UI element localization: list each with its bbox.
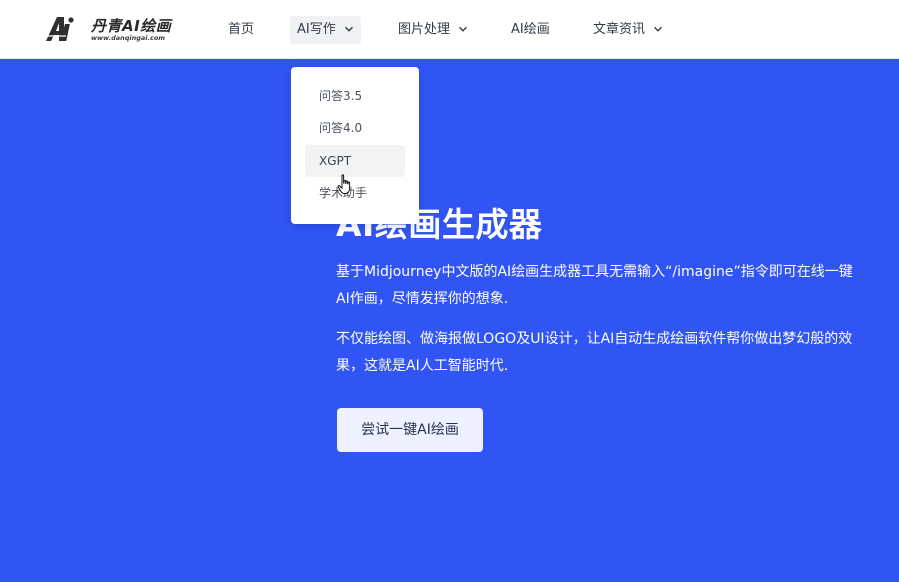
nav-item-articles[interactable]: 文章资讯 — [593, 16, 663, 44]
logo[interactable]: 丹青AI绘画 www.danqingai.com — [44, 14, 184, 46]
nav-item-ai-painting[interactable]: AI绘画 — [511, 16, 550, 44]
nav-item-label: AI绘画 — [511, 22, 550, 37]
nav-item-label: 首页 — [228, 22, 255, 37]
nav-item-ai-writing[interactable]: AI写作 — [290, 16, 361, 44]
hand-pointer-icon — [337, 174, 351, 194]
chevron-down-icon — [459, 26, 468, 32]
chevron-down-icon — [344, 26, 353, 32]
hero-description-1: 基于Midjourney中文版的AI绘画生成器工具无需输入“/imagine”指… — [336, 264, 853, 307]
nav-item-label: 图片处理 — [398, 22, 451, 37]
ai-writing-dropdown-menu: 问答3.5 问答4.0 XGPT 学术助手 — [291, 67, 419, 224]
try-ai-painting-button[interactable]: 尝试一键AI绘画 — [337, 408, 483, 452]
brand-name: 丹青AI绘画 — [91, 17, 172, 35]
header: 丹青AI绘画 www.danqingai.com 首页 AI写作 图片处理 AI… — [0, 0, 899, 59]
hero-description-2: 不仅能绘图、做海报做LOGO及UI设计，让AI自动生成绘画软件帮你做出梦幻般的效… — [336, 331, 853, 374]
nav-item-home[interactable]: 首页 — [228, 16, 254, 44]
nav-item-image-processing[interactable]: 图片处理 — [398, 16, 468, 44]
page: 丹青AI绘画 www.danqingai.com 首页 AI写作 图片处理 AI… — [0, 0, 899, 582]
menu-item-xgpt[interactable]: XGPT — [305, 145, 405, 177]
brand-url: www.danqingai.com — [91, 34, 166, 42]
menu-item-qa-3-5[interactable]: 问答3.5 — [305, 80, 405, 112]
chevron-down-icon — [654, 26, 663, 32]
menu-item-academic-assistant[interactable]: 学术助手 — [305, 177, 405, 209]
menu-item-qa-4-0[interactable]: 问答4.0 — [305, 112, 405, 144]
brand-logo-icon — [44, 17, 74, 41]
nav-item-label: AI写作 — [297, 22, 336, 37]
nav-item-label: 文章资讯 — [593, 22, 646, 37]
